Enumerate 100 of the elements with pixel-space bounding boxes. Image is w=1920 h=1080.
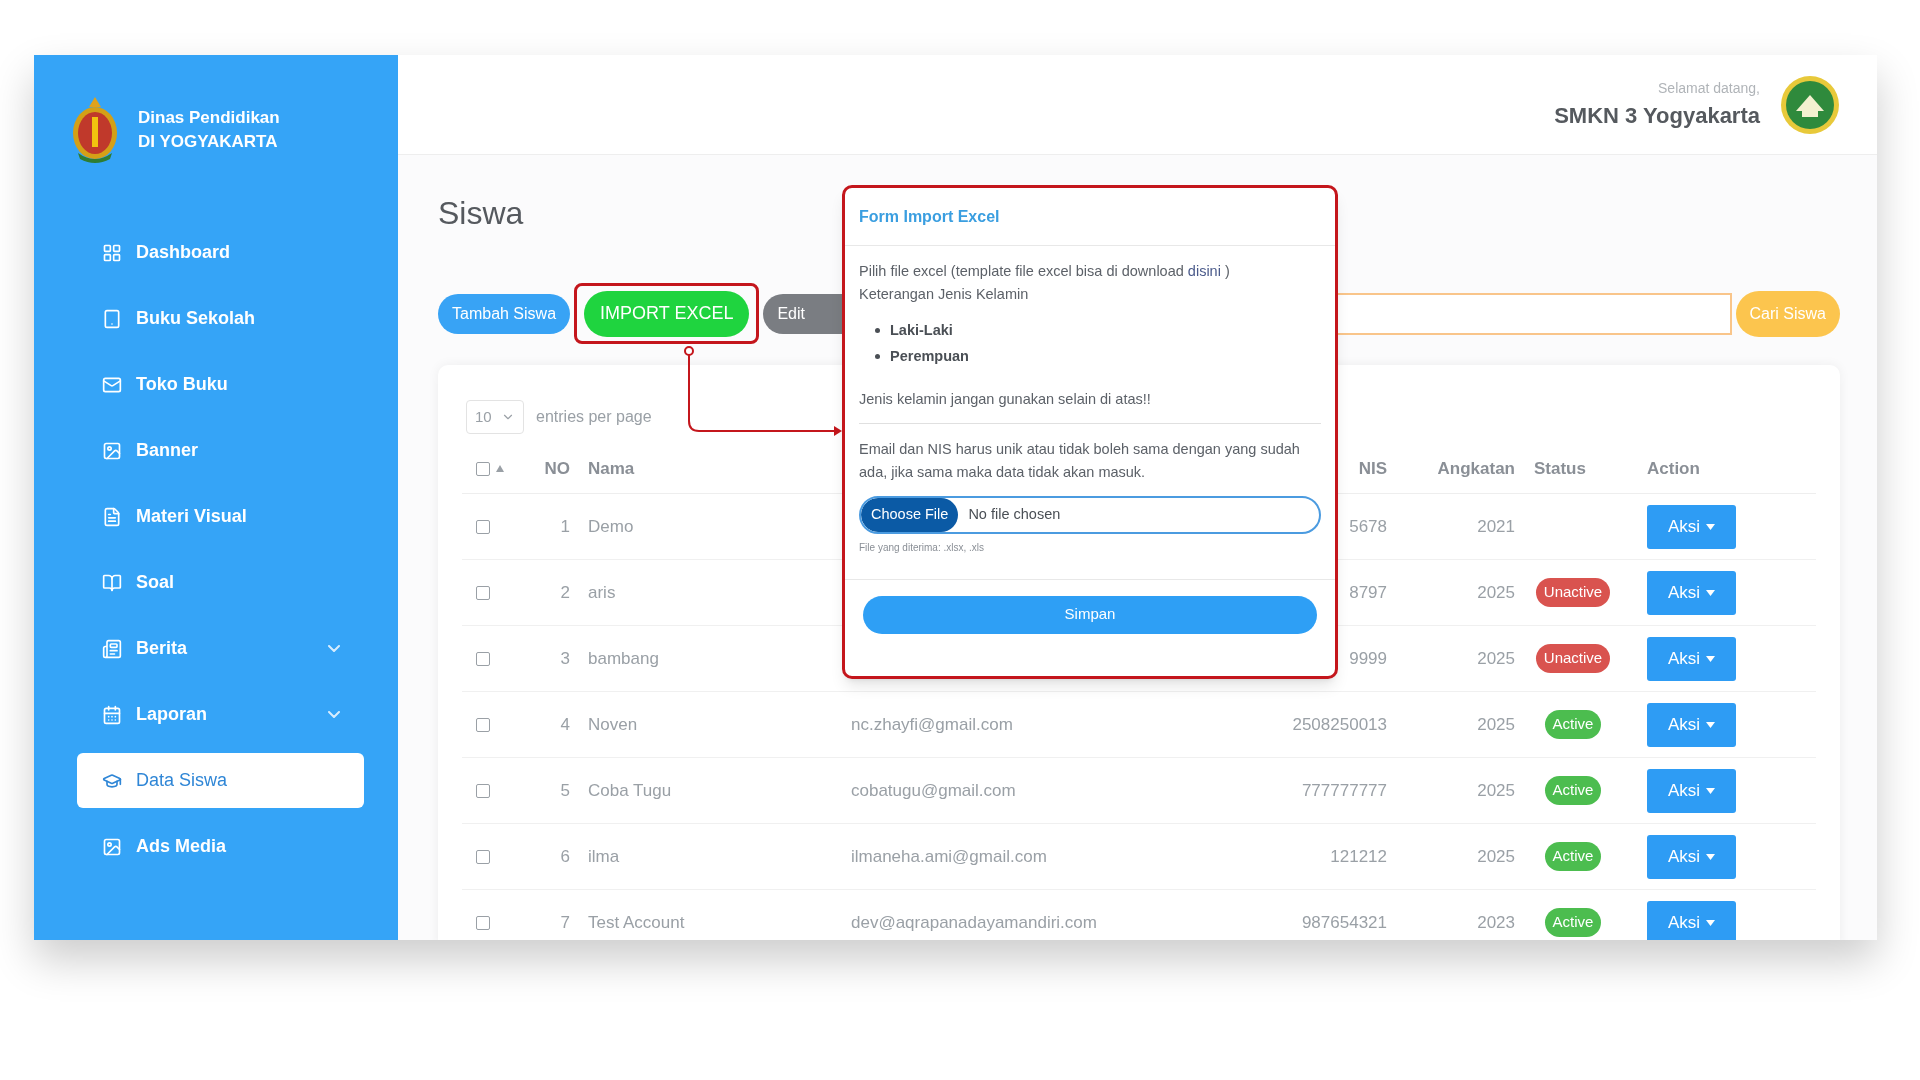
column-header: NO xyxy=(544,458,570,478)
row-checkbox[interactable] xyxy=(476,783,490,798)
note-text: Email dan NIS harus unik atau tidak boleh sama dengan yang sudah ada, jika sama maka data tidak akan masuk. xyxy=(859,439,1301,482)
sidebar-label: Laporan xyxy=(136,703,208,726)
table-cell: 6 xyxy=(560,846,570,866)
sidebar-label: Banner xyxy=(136,439,199,462)
status-badge: Active xyxy=(1544,776,1602,805)
select-all-checkbox[interactable] xyxy=(476,461,490,476)
table-cell: 5 xyxy=(560,780,570,800)
sidebar-label: Buku Sekolah xyxy=(136,307,257,330)
sidebar-label: Berita xyxy=(136,637,189,660)
table-cell: 777777777 xyxy=(1301,780,1387,800)
action-button[interactable]: Aksi xyxy=(1647,570,1736,615)
caret-icon xyxy=(1706,721,1716,728)
table-cell: 3 xyxy=(560,648,570,668)
column-header: NIS xyxy=(1358,458,1387,478)
sidebar-item[interactable]: Materi Visual xyxy=(77,489,364,544)
sidebar-label: Materi Visual xyxy=(136,505,248,528)
brand-region: DI YOGYAKARTA xyxy=(138,131,279,153)
download-link[interactable]: disini xyxy=(1187,263,1221,279)
entries-label: entries per page xyxy=(536,407,652,427)
warning-text: Jenis kelamin jangan gunakan selain di atas!! xyxy=(859,389,1152,409)
dialog-title: Form Import Excel xyxy=(859,206,1000,227)
sidebar-label: Dashboard xyxy=(136,241,232,264)
sidebar-item[interactable]: Toko Buku xyxy=(77,357,364,412)
table-cell: 7 xyxy=(560,912,570,932)
action-button[interactable]: Aksi xyxy=(1647,900,1736,940)
row-checkbox[interactable] xyxy=(476,585,490,600)
sidebar-item[interactable]: Laporan xyxy=(77,687,364,742)
table-cell: 2 xyxy=(560,582,570,602)
sidebar-item[interactable]: Buku Sekolah xyxy=(77,291,364,346)
table-cell: Noven xyxy=(588,714,638,734)
status-badge: Active xyxy=(1544,842,1602,871)
table-cell: 2025 xyxy=(1477,648,1515,668)
tablet-icon xyxy=(102,308,122,329)
column-header: Angkatan xyxy=(1437,458,1515,478)
table-cell: 2025 xyxy=(1477,846,1515,866)
grid-icon xyxy=(102,242,122,263)
sidebar-label: Soal xyxy=(136,571,175,594)
row-checkbox[interactable] xyxy=(476,651,490,666)
school-name: SMKN 3 Yogyakarta xyxy=(1554,101,1760,130)
school-logo-icon xyxy=(1780,74,1840,135)
row-checkbox[interactable] xyxy=(476,519,490,534)
greeting-text: Selamat datang, xyxy=(1658,78,1760,98)
save-button[interactable]: Simpan xyxy=(863,595,1317,634)
table-cell: 1 xyxy=(560,516,570,536)
column-header: Action xyxy=(1647,458,1700,478)
search-button[interactable]: Cari Siswa xyxy=(1735,290,1840,337)
bullet-icon xyxy=(875,354,880,360)
sidebar-item[interactable]: Data Siswa xyxy=(77,753,364,808)
status-badge: Active xyxy=(1544,710,1602,739)
caret-icon xyxy=(1706,589,1716,596)
file-input[interactable]: Choose File No file chosen xyxy=(859,495,1321,534)
column-header: Status xyxy=(1534,458,1586,478)
calendar-icon xyxy=(102,704,122,725)
table-cell: ilmaneha.ami@gmail.com xyxy=(851,846,1047,866)
instruction-text: Pilih file excel (template file excel bisa di download disini ) xyxy=(859,262,1231,281)
sidebar-label: Ads Media xyxy=(136,835,228,858)
row-checkbox[interactable] xyxy=(476,849,490,864)
column-header: Nama xyxy=(588,458,635,478)
table-cell: aris xyxy=(588,582,616,602)
table-cell: 9999 xyxy=(1349,648,1387,668)
row-checkbox[interactable] xyxy=(476,915,490,930)
caret-icon xyxy=(1706,655,1716,662)
caret-icon xyxy=(1706,919,1716,926)
row-checkbox[interactable] xyxy=(476,717,490,732)
table-cell: 2021 xyxy=(1477,516,1515,536)
action-button[interactable]: Aksi xyxy=(1647,702,1736,747)
action-button[interactable]: Aksi xyxy=(1647,768,1736,813)
sidebar-item[interactable]: Soal xyxy=(77,555,364,610)
sidebar-item[interactable]: Dashboard xyxy=(77,225,364,280)
toolbar-button[interactable]: Tambah Siswa xyxy=(438,293,571,334)
chevron-down-icon xyxy=(328,711,340,718)
table-cell: dev@aqrapanadayamandiri.com xyxy=(851,912,1097,932)
action-button[interactable]: Aksi xyxy=(1647,834,1736,879)
table-cell: 2025 xyxy=(1477,582,1515,602)
table-cell: bambang xyxy=(588,648,659,668)
sidebar-label: Data Siswa xyxy=(136,769,229,792)
table-cell: 987654321 xyxy=(1301,912,1387,932)
sidebar-label: Toko Buku xyxy=(136,373,229,396)
table-cell: Coba Tugu xyxy=(588,780,672,800)
table-cell: nc.zhayfi@gmail.com xyxy=(851,714,1013,734)
sidebar-item[interactable]: Ads Media xyxy=(77,819,364,874)
newspaper-icon xyxy=(102,638,122,659)
status-badge: Unactive xyxy=(1535,578,1611,607)
action-button[interactable]: Aksi xyxy=(1647,504,1736,549)
sidebar-item[interactable]: Banner xyxy=(77,423,364,478)
document-icon xyxy=(102,506,122,527)
gender-option: Laki-Laki xyxy=(890,320,953,342)
choose-file-button[interactable]: Choose File xyxy=(861,497,959,532)
table-cell: 2023 xyxy=(1477,912,1515,932)
page-size-select[interactable]: 10 xyxy=(466,400,524,434)
brand-name: Dinas Pendidikan xyxy=(138,107,280,129)
table-cell: 8797 xyxy=(1349,582,1387,602)
open-book-icon xyxy=(102,572,122,593)
action-button[interactable]: Aksi xyxy=(1647,636,1736,681)
toolbar-button[interactable]: IMPORT EXCEL xyxy=(584,290,750,337)
file-hint: File yang diterima: .xlsx, .xls xyxy=(859,540,986,555)
sidebar-item[interactable]: Berita xyxy=(77,621,364,676)
table-cell: 121212 xyxy=(1330,846,1387,866)
